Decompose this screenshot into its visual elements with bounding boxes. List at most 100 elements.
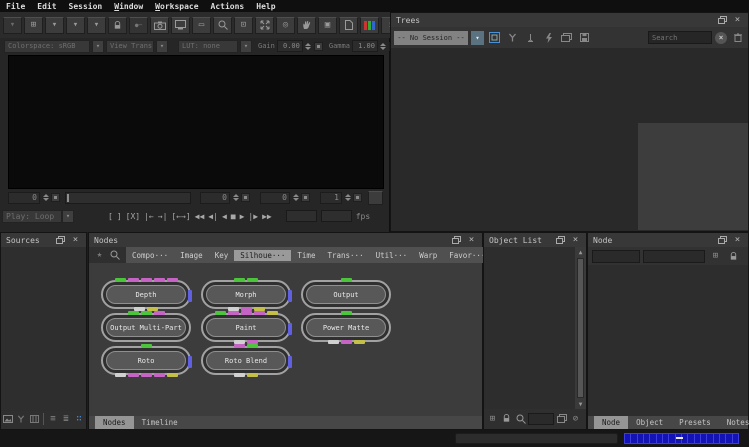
add-object-icon[interactable]: ⊞ <box>486 412 499 426</box>
dock-tab-node[interactable]: Node <box>594 416 628 429</box>
disable-icon[interactable]: ⊘ <box>569 412 582 426</box>
in-frame-keyframe-toggle[interactable] <box>241 193 250 202</box>
trees-float-button[interactable] <box>717 15 728 26</box>
node-name-input[interactable] <box>592 250 640 263</box>
search-input[interactable] <box>648 31 712 44</box>
gain-keyframe-toggle[interactable] <box>314 42 323 51</box>
region-icon[interactable]: ⊡ <box>234 17 253 34</box>
tab-silhoue[interactable]: Silhoue··· <box>234 250 291 261</box>
scroll-up-icon[interactable]: ▲ <box>575 247 586 257</box>
trash-icon[interactable] <box>730 30 745 45</box>
timeline-track[interactable] <box>65 192 191 204</box>
menu-edit[interactable]: Edit <box>31 2 62 11</box>
clear-search-icon[interactable]: × <box>715 32 727 44</box>
tab-compo[interactable]: Compo··· <box>126 250 174 261</box>
nodes-library[interactable]: DepthMorphOutputOutput Multi-PartPaintPo… <box>89 263 482 416</box>
current-frame-keyframe-toggle[interactable] <box>51 193 60 202</box>
scrollbar-thumb[interactable] <box>577 258 584 398</box>
transport-button-2[interactable]: [X] <box>124 212 142 221</box>
sources-close-button[interactable]: × <box>70 235 81 246</box>
transport-button-1[interactable]: ] <box>115 212 124 221</box>
tab-trans[interactable]: Trans··· <box>321 250 369 261</box>
dock-tab-nodes[interactable]: Nodes <box>95 416 134 429</box>
filmstrip-icon[interactable] <box>28 412 40 426</box>
node-float-button[interactable] <box>717 235 728 246</box>
fps-field-2[interactable] <box>321 210 352 222</box>
transport-button-8[interactable]: ◀ <box>220 212 229 221</box>
step-keyframe-toggle[interactable] <box>353 193 362 202</box>
list-view-icon[interactable]: ≣ <box>60 412 72 426</box>
safe-area-icon[interactable]: ▣ <box>318 17 337 34</box>
colorspace-combo-arrow[interactable]: ▾ <box>92 40 104 53</box>
media-icon[interactable] <box>2 412 14 426</box>
flash-icon[interactable] <box>744 249 749 264</box>
dock-tab-notes[interactable]: Notes <box>719 416 749 429</box>
object-list-view[interactable] <box>484 247 575 409</box>
timeline-options-button[interactable] <box>368 191 383 205</box>
session-selector[interactable]: -- No Session -- <box>394 31 468 45</box>
nodes-float-button[interactable] <box>451 235 462 246</box>
gain-field[interactable]: 0.00 <box>277 40 303 52</box>
transport-button-0[interactable]: [ <box>106 212 115 221</box>
play-mode-combo[interactable]: Play: Loop <box>2 210 62 223</box>
transport-button-10[interactable]: ▶ <box>238 212 247 221</box>
dock-tab-presets[interactable]: Presets <box>671 416 719 429</box>
object-filter-input[interactable] <box>528 413 554 425</box>
menu-workspace[interactable]: Workspace <box>149 2 204 11</box>
favorites-star-icon[interactable]: ★ <box>92 248 107 263</box>
sources-float-button[interactable] <box>55 235 66 246</box>
lock-object-icon[interactable] <box>500 412 513 426</box>
target-icon[interactable]: ◎ <box>276 17 295 34</box>
menu-file[interactable]: File <box>0 2 31 11</box>
in-frame-spinner[interactable] <box>232 194 239 201</box>
node-item-paint[interactable]: Paint <box>201 313 291 342</box>
transport-button-4[interactable]: →| <box>156 212 170 221</box>
lightning-icon[interactable] <box>541 30 556 45</box>
colorspace-combo[interactable]: Colorspace: sRGB <box>4 40 90 53</box>
dock-tab-object[interactable]: Object <box>628 416 671 429</box>
zoom-magnifier-icon[interactable] <box>213 17 232 34</box>
tool-dropdown-1[interactable]: ▾ <box>3 17 22 34</box>
tab-image[interactable]: Image <box>174 250 209 261</box>
playhead[interactable] <box>67 194 69 202</box>
node-item-morph[interactable]: Morph <box>201 280 291 309</box>
detail-view-icon[interactable]: ≡ <box>47 412 59 426</box>
tool-dropdown-2[interactable]: ▾ <box>45 17 64 34</box>
stand-icon[interactable] <box>523 30 538 45</box>
expand-arrows-icon[interactable] <box>255 17 274 34</box>
tab-key[interactable]: Key <box>209 250 235 261</box>
transport-button-9[interactable]: ■ <box>229 212 238 221</box>
out-frame-keyframe-toggle[interactable] <box>301 193 310 202</box>
current-frame-field[interactable]: 0 <box>8 192 40 204</box>
page-icon[interactable] <box>339 17 358 34</box>
rgb-channels-icon[interactable] <box>360 17 379 34</box>
branch-icon[interactable] <box>505 30 520 45</box>
layout-grid-button[interactable]: ⊞ <box>24 17 43 34</box>
marquee-icon[interactable]: ▭ <box>192 17 211 34</box>
node-item-power-matte[interactable]: Power Matte <box>301 313 391 342</box>
images-icon[interactable] <box>559 30 574 45</box>
lut-combo[interactable]: LUT: none <box>178 40 238 53</box>
lut-combo-arrow[interactable]: ▾ <box>240 40 252 53</box>
tab-time[interactable]: Time <box>291 250 321 261</box>
view-box-icon[interactable] <box>487 30 502 45</box>
transport-button-12[interactable]: ▶▶ <box>260 212 274 221</box>
thumbnail-view-icon[interactable]: ∷ <box>73 412 85 426</box>
node-item-output-multi-part[interactable]: Output Multi-Part <box>101 313 191 342</box>
node-item-roto-blend[interactable]: Roto Blend <box>201 346 291 375</box>
transport-button-3[interactable]: |← <box>142 212 156 221</box>
transport-button-5[interactable]: [←→] <box>169 212 192 221</box>
step-field[interactable]: 1 <box>320 192 342 204</box>
step-spinner[interactable] <box>344 194 351 201</box>
object-list-close-button[interactable]: × <box>570 235 581 246</box>
current-frame-spinner[interactable] <box>42 194 49 201</box>
transport-button-11[interactable]: |▶ <box>246 212 260 221</box>
transport-button-7[interactable]: ◀| <box>206 212 220 221</box>
menu-window[interactable]: Window <box>108 2 149 11</box>
in-frame-field[interactable]: 0 <box>200 192 230 204</box>
node-parameters-view[interactable] <box>588 265 748 416</box>
scroll-down-icon[interactable]: ▼ <box>575 399 586 409</box>
menu-help[interactable]: Help <box>250 2 281 11</box>
tool-dropdown-4[interactable]: ▾ <box>87 17 106 34</box>
view-transform-combo[interactable]: View Trans··· <box>106 40 154 53</box>
